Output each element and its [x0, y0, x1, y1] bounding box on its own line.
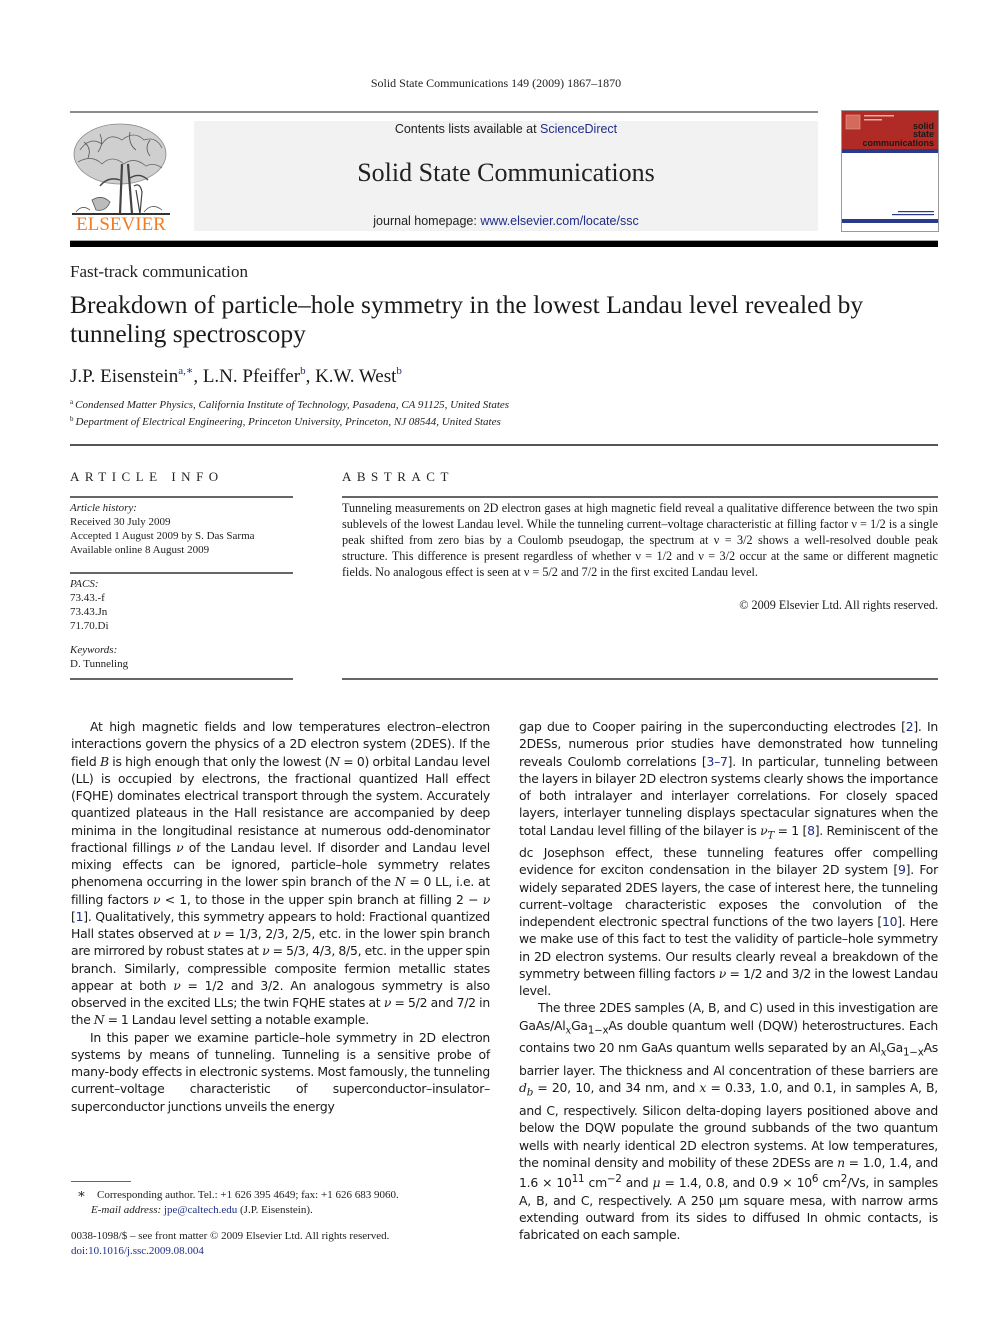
article-info-heading: ARTICLE INFO	[70, 469, 224, 484]
author-affiliation-link[interactable]: a,∗	[178, 365, 193, 377]
abstract-copyright: © 2009 Elsevier Ltd. All rights reserved…	[739, 598, 938, 612]
header-rule-thick	[70, 241, 938, 247]
author-affiliation-link[interactable]: b	[396, 365, 402, 377]
elsevier-tree-icon: ELSEVIER	[72, 123, 170, 235]
elsevier-wordmark: ELSEVIER	[76, 214, 166, 232]
info-rule	[70, 496, 293, 498]
journal-name: Solid State Communications	[357, 158, 655, 187]
body-column-right: gap due to Cooper pairing in the superco…	[519, 718, 938, 1243]
front-matter: 0038-1098/$ – see front matter © 2009 El…	[71, 1229, 389, 1259]
title-block-rule	[70, 444, 938, 446]
keyword: D. Tunneling	[70, 658, 129, 670]
header-top-rule	[70, 111, 818, 113]
pacs-code: 73.43.-f	[70, 592, 105, 604]
corresponding-author-text: Corresponding author. Tel.: +1 626 395 4…	[97, 1189, 399, 1201]
journal-cover-icon: solid state communications	[842, 111, 938, 223]
affiliation: b Department of Electrical Engineering, P…	[70, 415, 501, 428]
pacs-codes: PACS: 73.43.-f 73.43.Jn 71.70.Di	[70, 577, 109, 633]
pacs-code: 73.43.Jn	[70, 606, 108, 618]
sciencedirect-link[interactable]: ScienceDirect	[540, 122, 617, 136]
affiliation-text: Condensed Matter Physics, California Ins…	[75, 399, 510, 411]
abstract-text: Tunneling measurements on 2D electron ga…	[342, 501, 938, 580]
author-name: K.W. West	[315, 366, 397, 387]
article-history: Article history: Received 30 July 2009 A…	[70, 501, 255, 557]
footnote-star: ∗	[77, 1186, 86, 1201]
journal-cover-thumbnail[interactable]: solid state communications	[841, 110, 939, 232]
email-suffix: (J.P. Eisenstein).	[237, 1204, 313, 1216]
history-label: Article history:	[70, 502, 137, 514]
body-column-left: At high magnetic fields and low temperat…	[71, 718, 490, 1115]
corresponding-author-footnote: ∗ Corresponding author. Tel.: +1 626 395 …	[71, 1186, 491, 1218]
author-separator: ,	[305, 366, 316, 387]
running-head: Solid State Communications 149 (2009) 18…	[370, 76, 622, 90]
footnote-rule	[71, 1181, 131, 1182]
abstract-rule	[342, 496, 938, 498]
issn-line: 0038-1098/$ – see front matter © 2009 El…	[71, 1230, 390, 1242]
section-label: Fast-track communication	[70, 262, 248, 281]
pacs-label: PACS:	[70, 578, 99, 590]
info-rule	[70, 572, 293, 574]
author-separator: ,	[193, 366, 203, 387]
citation-link[interactable]: 8	[807, 823, 815, 838]
article-title: Breakdown of particle–hole symmetry in t…	[70, 290, 864, 348]
email-label: E-mail address:	[91, 1204, 162, 1216]
author-name: J.P. Eisenstein	[70, 366, 179, 387]
body-paragraph: The three 2DES samples (A, B, and C) use…	[519, 1000, 939, 1242]
history-accepted: Accepted 1 August 2009 by S. Das Sarma	[70, 530, 255, 542]
abstract-end-rule	[342, 678, 938, 680]
doi-link[interactable]: doi:10.1016/j.ssc.2009.08.004	[71, 1245, 204, 1257]
elsevier-logo[interactable]: ELSEVIER	[70, 120, 172, 235]
contents-line: Contents lists available at ScienceDirec…	[194, 122, 818, 136]
author-name: L.N. Pfeiffer	[202, 366, 301, 387]
journal-homepage-line: journal homepage: www.elsevier.com/locat…	[194, 214, 818, 228]
email-link[interactable]: jpe@caltech.edu	[164, 1204, 237, 1216]
pacs-code: 71.70.Di	[70, 620, 109, 632]
journal-homepage-link[interactable]: www.elsevier.com/locate/ssc	[480, 214, 638, 228]
body-paragraph: At high magnetic fields and low temperat…	[71, 719, 491, 1028]
info-rule	[70, 678, 293, 680]
affiliation-text: Department of Electrical Engineering, Pr…	[75, 416, 501, 428]
abstract-heading: ABSTRACT	[342, 469, 454, 484]
history-received: Received 30 July 2009	[70, 516, 171, 528]
affiliation: a Condensed Matter Physics, California In…	[70, 398, 509, 411]
svg-text:communications: communications	[862, 138, 934, 148]
keywords: Keywords: D. Tunneling	[70, 643, 128, 671]
affiliation-mark: a	[70, 398, 74, 406]
citation-link[interactable]: 10	[882, 914, 898, 929]
affiliation-mark: b	[70, 415, 74, 423]
body-paragraph: gap due to Cooper pairing in the superco…	[519, 719, 939, 999]
citation-link[interactable]: 3–7	[706, 754, 727, 769]
author-list: J.P. Eisensteina,∗, L.N. Pfeiffer b, K.W.…	[70, 364, 402, 388]
keywords-label: Keywords:	[70, 644, 118, 656]
body-paragraph: In this paper we examine particle–hole s…	[71, 1029, 490, 1114]
contents-prefix: Contents lists available at	[394, 122, 541, 136]
citation-link[interactable]: 9	[898, 862, 906, 877]
homepage-prefix: journal homepage:	[373, 214, 481, 228]
history-online: Available online 8 August 2009	[70, 544, 210, 556]
